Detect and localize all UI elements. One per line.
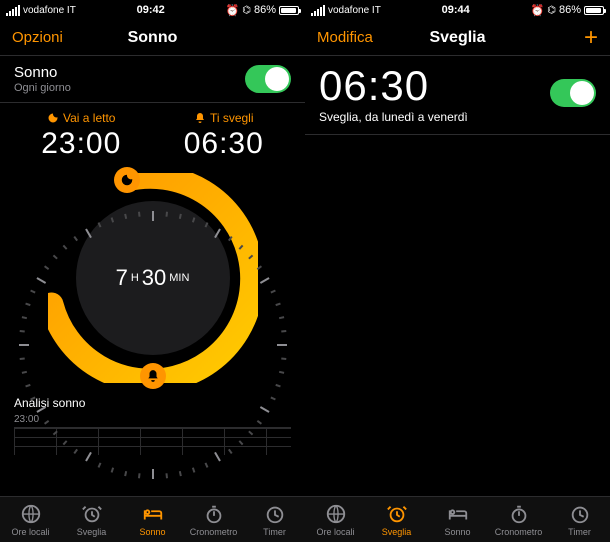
options-button[interactable]: Opzioni: [12, 29, 63, 46]
alarm-status-icon: ⏰: [226, 4, 240, 17]
tab-label: Sonno: [444, 527, 470, 537]
alarm-item[interactable]: 06:30 Sveglia, da lunedì a venerdì: [305, 56, 610, 135]
status-bar: vodafone IT 09:42 ⏰ ⌬ 86%: [0, 0, 305, 20]
tab-icon: [508, 503, 530, 525]
tab-label: Sveglia: [382, 527, 412, 537]
tab-icon: [142, 503, 164, 525]
screen-sonno: vodafone IT 09:42 ⏰ ⌬ 86% Opzioni Sonno …: [0, 0, 305, 542]
alarm-toggle[interactable]: [550, 79, 596, 107]
tab-icon: [20, 503, 42, 525]
tab-cronometro[interactable]: Cronometro: [183, 497, 244, 542]
tab-bar: Ore locali Sveglia Sonno Cronometro Timer: [0, 496, 305, 542]
tab-sonno[interactable]: Sonno: [122, 497, 183, 542]
sleep-toggle[interactable]: [245, 65, 291, 93]
wake-label: Ti svegli: [210, 111, 254, 125]
status-time: 09:44: [442, 4, 470, 16]
tab-sveglia[interactable]: Sveglia: [366, 497, 427, 542]
tab-ore-locali[interactable]: Ore locali: [0, 497, 61, 542]
battery-icon: [279, 6, 299, 15]
bedtime-handle[interactable]: [114, 167, 140, 193]
bluetooth-icon: ⌬: [242, 5, 251, 16]
analysis-title: Analisi sonno: [14, 396, 291, 410]
alarm-time: 06:30: [319, 62, 468, 110]
tab-sonno[interactable]: Sonno: [427, 497, 488, 542]
signal-icon: [6, 5, 20, 16]
analysis-start-label: 23:00: [14, 414, 291, 425]
battery-pct: 86%: [254, 4, 276, 16]
nav-bar: Opzioni Sonno: [0, 20, 305, 56]
alarm-subtitle: Sveglia, da lunedì a venerdì: [319, 110, 468, 124]
bell-icon: [194, 112, 206, 124]
clock-face: 7 H 30 MIN: [76, 201, 230, 355]
tab-icon: [447, 503, 469, 525]
status-time: 09:42: [137, 4, 165, 16]
tab-ore-locali[interactable]: Ore locali: [305, 497, 366, 542]
tab-label: Sveglia: [77, 527, 107, 537]
tab-bar: Ore locali Sveglia Sonno Cronometro Timer: [305, 496, 610, 542]
screen-sveglia: vodafone IT 09:44 ⏰ ⌬ 86% Modifica Svegl…: [305, 0, 610, 542]
alarm-status-icon: ⏰: [531, 4, 545, 17]
tab-label: Ore locali: [316, 527, 354, 537]
battery-icon: [584, 6, 604, 15]
edit-button[interactable]: Modifica: [317, 29, 373, 46]
tab-cronometro[interactable]: Cronometro: [488, 497, 549, 542]
tab-icon: [569, 503, 591, 525]
carrier-label: vodafone IT: [328, 5, 381, 16]
tab-icon: [325, 503, 347, 525]
bedtime-value: 23:00: [10, 127, 153, 161]
tab-label: Cronometro: [190, 527, 238, 537]
bluetooth-icon: ⌬: [547, 5, 556, 16]
tab-label: Timer: [568, 527, 591, 537]
tab-icon: [203, 503, 225, 525]
tab-label: Ore locali: [11, 527, 49, 537]
tab-timer[interactable]: Timer: [549, 497, 610, 542]
tab-label: Sonno: [139, 527, 165, 537]
tab-label: Timer: [263, 527, 286, 537]
tab-sveglia[interactable]: Sveglia: [61, 497, 122, 542]
bedtime-label: Vai a letto: [63, 111, 115, 125]
tab-timer[interactable]: Timer: [244, 497, 305, 542]
nav-bar: Modifica Sveglia +: [305, 20, 610, 56]
sleep-toggle-row: Sonno Ogni giorno: [0, 56, 305, 103]
duration-label: 7 H 30 MIN: [76, 201, 230, 355]
tab-icon: [81, 503, 103, 525]
wake-handle[interactable]: [140, 363, 166, 389]
signal-icon: [311, 5, 325, 16]
status-bar: vodafone IT 09:44 ⏰ ⌬ 86%: [305, 0, 610, 20]
sleep-dial[interactable]: 7 H 30 MIN: [0, 165, 305, 390]
wake-value: 06:30: [153, 127, 296, 161]
tab-icon: [264, 503, 286, 525]
bedtime-wake-row: Vai a letto 23:00 Ti svegli 06:30: [0, 103, 305, 165]
moon-icon: [47, 112, 59, 124]
tab-icon: [386, 503, 408, 525]
carrier-label: vodafone IT: [23, 5, 76, 16]
add-alarm-button[interactable]: +: [584, 26, 598, 50]
sleep-row-subtitle: Ogni giorno: [14, 82, 71, 94]
tab-label: Cronometro: [495, 527, 543, 537]
battery-pct: 86%: [559, 4, 581, 16]
sleep-row-title: Sonno: [14, 64, 71, 81]
